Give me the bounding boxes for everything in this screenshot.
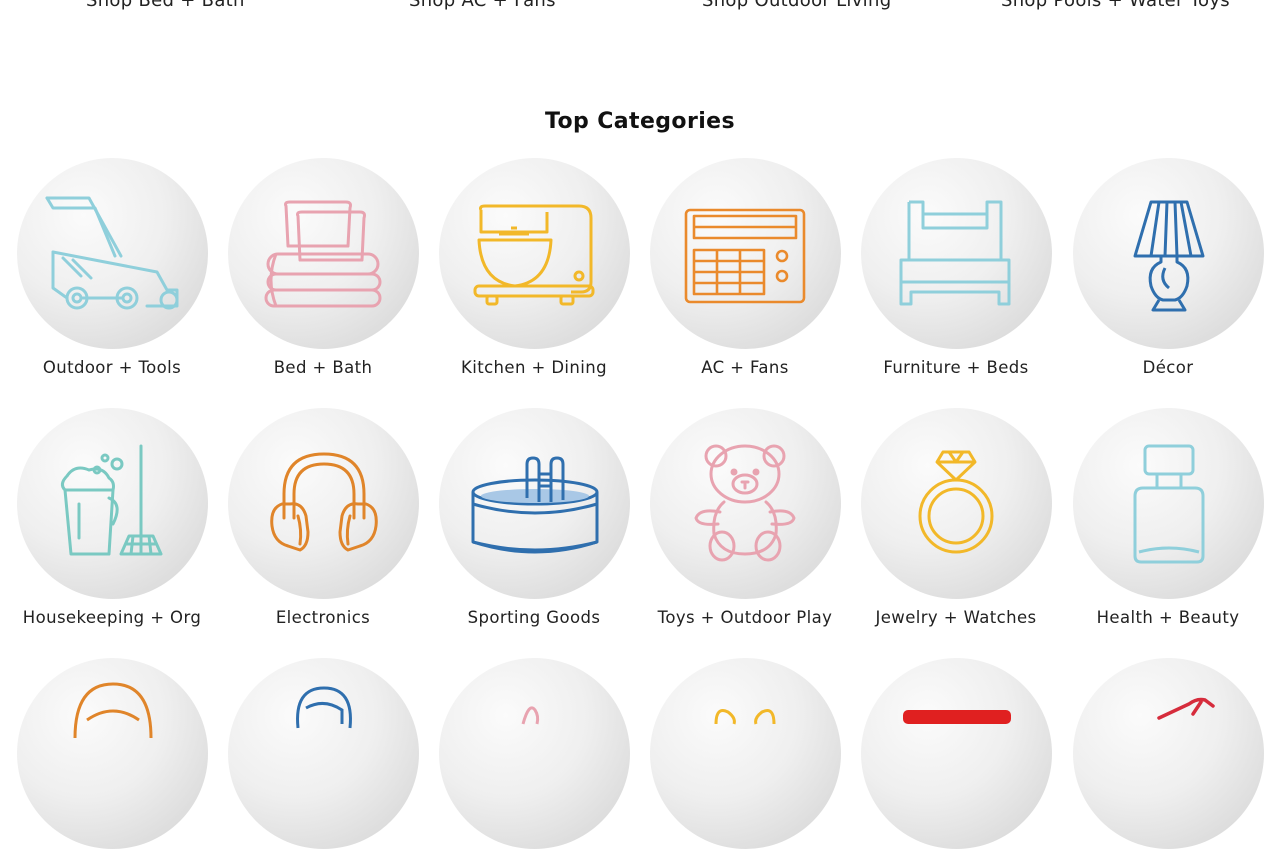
category-bed-bath[interactable]: Bed + Bath (217, 158, 429, 377)
category-label: Outdoor + Tools (42, 358, 182, 377)
category-label: Sporting Goods (467, 608, 601, 627)
headphones-icon (269, 452, 378, 552)
ring-icon (918, 450, 993, 554)
category-partial[interactable] (1062, 658, 1274, 849)
air-conditioner-icon (684, 208, 805, 304)
category-electronics[interactable]: Electronics (217, 408, 429, 627)
shop-link-ac-fans[interactable]: Shop AC + Fans (409, 0, 556, 11)
category-label: Kitchen + Dining (461, 358, 607, 377)
pool-icon (471, 456, 598, 554)
shop-link-outdoor-living[interactable]: Shop Outdoor Living (702, 0, 891, 11)
woman-face-icon (73, 682, 152, 739)
baby-item-icon (521, 706, 539, 725)
hammer-icon (1156, 697, 1215, 720)
category-circle[interactable] (227, 408, 419, 599)
category-partial[interactable] (217, 658, 429, 849)
section-title: Top Categories (545, 109, 735, 134)
category-circle[interactable] (1072, 408, 1264, 599)
bed-icon (899, 200, 1010, 306)
category-housekeeping-org[interactable]: Housekeeping + Org (6, 408, 218, 627)
shop-link-pools-water-toys[interactable]: Shop Pools + Water Toys (1001, 0, 1230, 11)
category-label: AC + Fans (701, 358, 789, 377)
shop-link-bed-bath[interactable]: Shop Bed + Bath (86, 0, 245, 11)
category-kitchen-dining[interactable]: Kitchen + Dining (428, 158, 640, 377)
category-circle[interactable] (16, 158, 208, 349)
category-furniture-beds[interactable]: Furniture + Beds (850, 158, 1062, 377)
category-circle[interactable] (649, 408, 841, 599)
category-label: Décor (1142, 358, 1194, 377)
category-label: Toys + Outdoor Play (657, 608, 833, 627)
category-circle[interactable] (860, 158, 1052, 349)
category-circle[interactable] (438, 158, 630, 349)
category-label: Jewelry + Watches (875, 608, 1037, 627)
bucket-mop-icon (60, 444, 162, 556)
category-circle[interactable] (438, 658, 630, 849)
category-jewelry-watches[interactable]: Jewelry + Watches (850, 408, 1062, 627)
category-health-beauty[interactable]: Health + Beauty (1062, 408, 1274, 627)
bow-icon (714, 709, 775, 725)
category-label: Bed + Bath (273, 358, 373, 377)
category-label: Housekeeping + Org (22, 608, 202, 627)
category-circle[interactable] (1072, 658, 1264, 849)
category-outdoor-tools[interactable]: Outdoor + Tools (6, 158, 218, 377)
category-sporting-goods[interactable]: Sporting Goods (428, 408, 640, 627)
category-partial[interactable] (639, 658, 851, 849)
category-circle[interactable] (16, 408, 208, 599)
category-circle[interactable] (649, 658, 841, 849)
category-circle[interactable] (860, 408, 1052, 599)
category-circle[interactable] (227, 158, 419, 349)
towels-pillow-icon (264, 200, 381, 308)
lawn-mower-icon (45, 196, 178, 310)
category-toys-outdoor-play[interactable]: Toys + Outdoor Play (639, 408, 851, 627)
pet-bed-icon (902, 710, 1011, 724)
category-circle[interactable] (438, 408, 630, 599)
stand-mixer-icon (473, 204, 594, 306)
perfume-bottle-icon (1133, 444, 1204, 564)
man-face-icon (295, 686, 352, 729)
category-label: Electronics (275, 608, 371, 627)
category-decor[interactable]: Décor (1062, 158, 1274, 377)
category-partial[interactable] (850, 658, 1062, 849)
teddy-bear-icon (694, 444, 795, 562)
category-partial[interactable] (428, 658, 640, 849)
category-circle[interactable] (1072, 158, 1264, 349)
category-circle[interactable] (649, 158, 841, 349)
category-circle[interactable] (16, 658, 208, 849)
table-lamp-icon (1133, 200, 1204, 312)
category-circle[interactable] (227, 658, 419, 849)
category-partial[interactable] (6, 658, 218, 849)
category-circle[interactable] (860, 658, 1052, 849)
category-ac-fans[interactable]: AC + Fans (639, 158, 851, 377)
category-label: Health + Beauty (1096, 608, 1240, 627)
category-label: Furniture + Beds (883, 358, 1029, 377)
shop-links-row: Shop Bed + Bath Shop AC + Fans Shop Outd… (0, 0, 1280, 12)
